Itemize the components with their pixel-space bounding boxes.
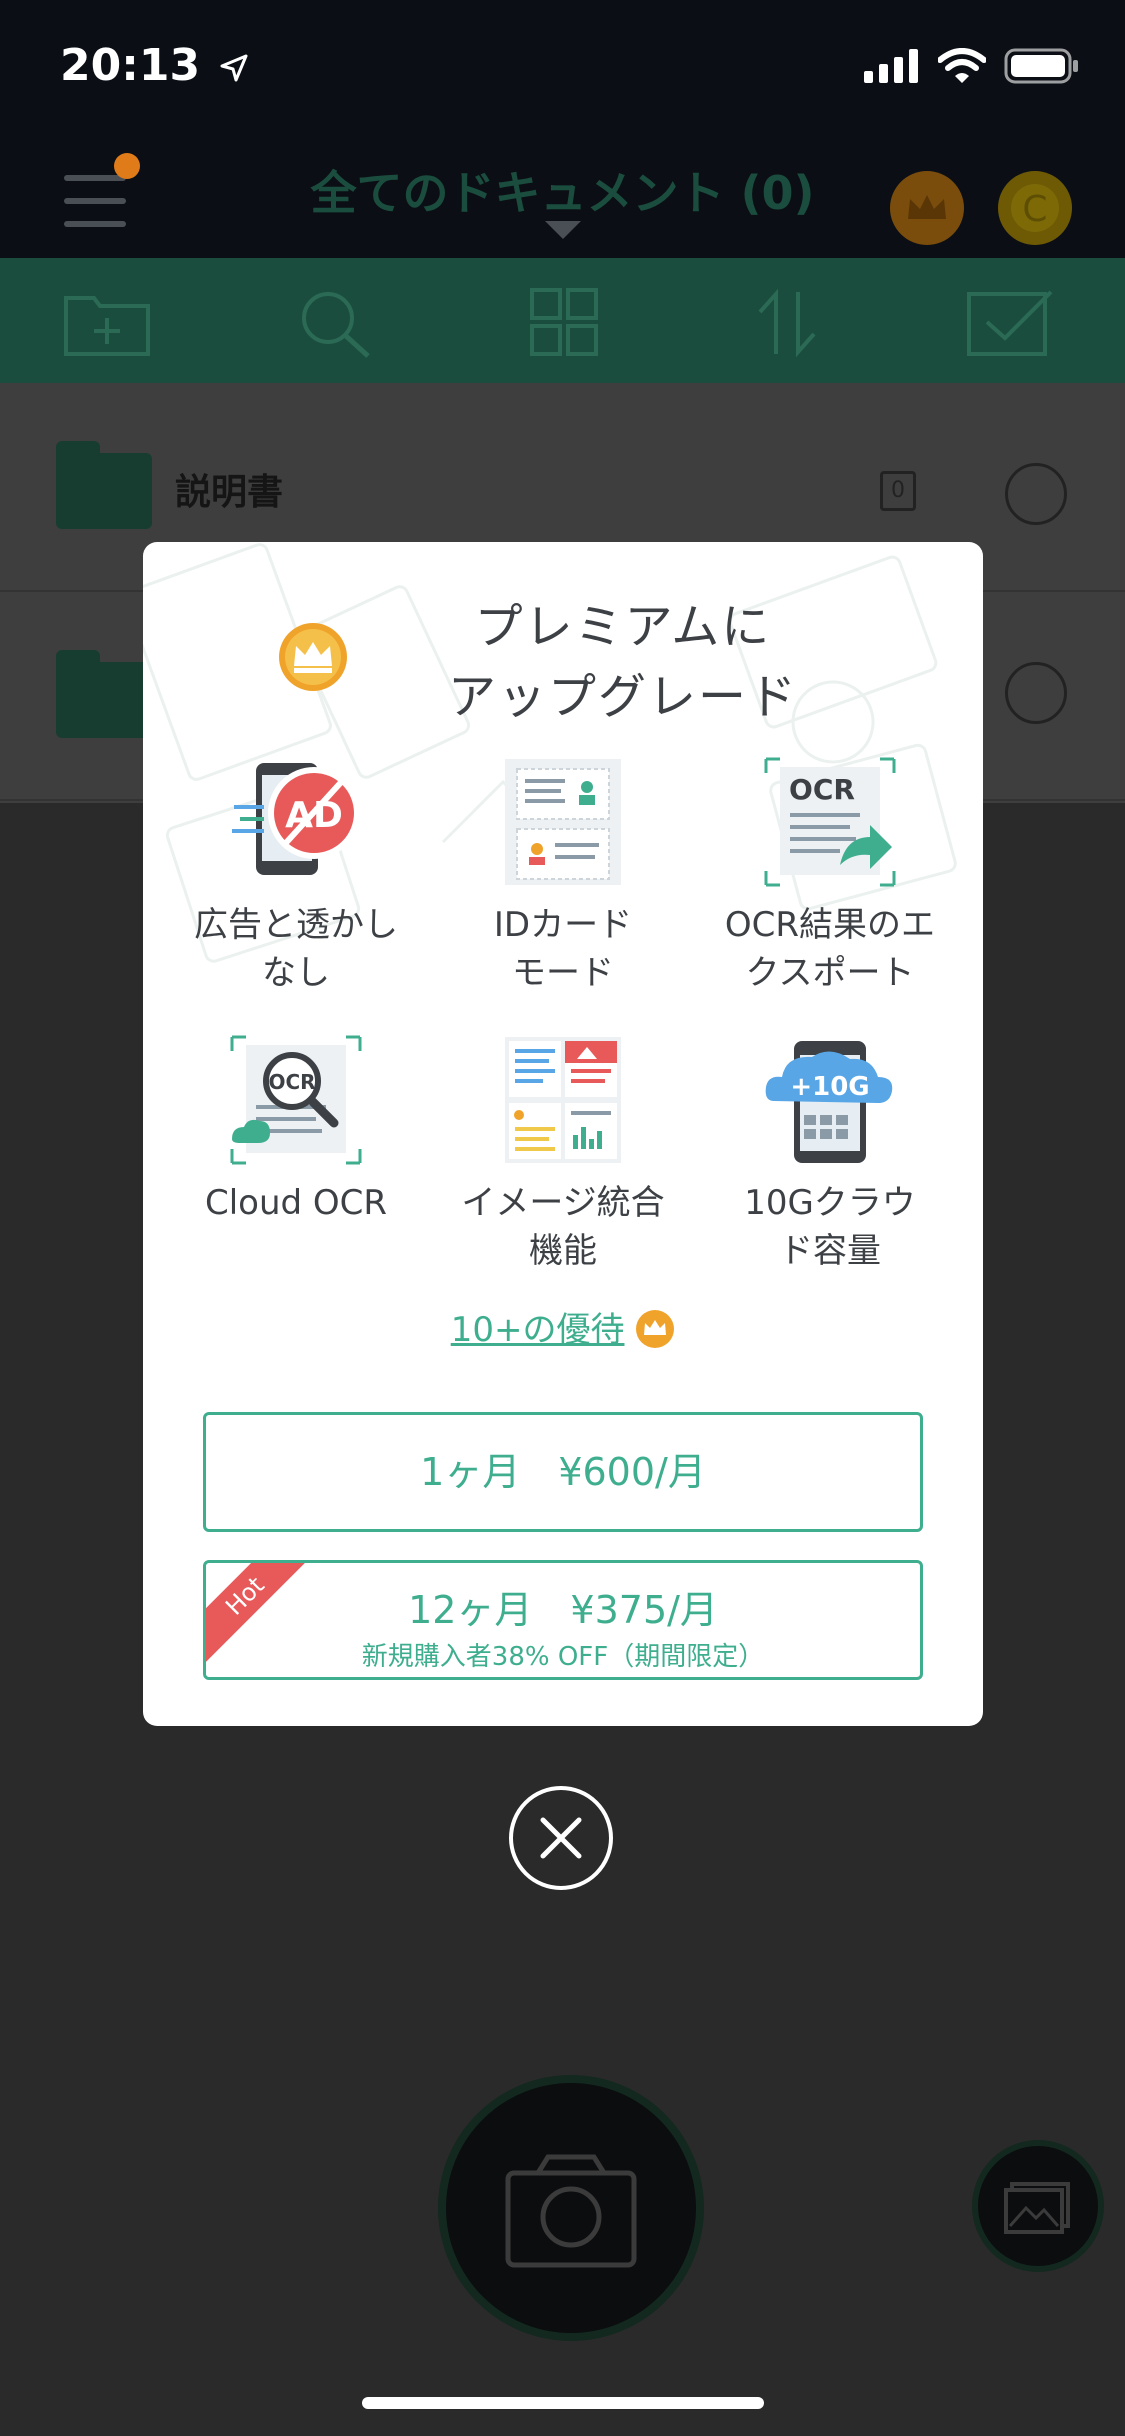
navbar: 全てのドキュメント (0) C <box>0 135 1125 258</box>
perks-link[interactable]: 10+の優待 <box>143 1302 983 1351</box>
cloud-storage-icon: +10G <box>765 1041 893 1163</box>
camera-icon <box>505 2154 637 2268</box>
search-icon[interactable] <box>290 288 380 358</box>
crown-icon <box>636 1310 675 1348</box>
status-time: 20:13 <box>60 40 249 91</box>
camera-button[interactable] <box>438 2075 704 2341</box>
image-merge-icon <box>505 1037 621 1163</box>
feature-label: 10Gクラウド容量 <box>744 1183 916 1271</box>
feature-label: IDカードモード <box>493 905 633 993</box>
wifi-icon <box>938 48 986 83</box>
feature-cloud-storage: +10G 10Gクラウド容量 <box>700 1035 960 1275</box>
upgrade-dialog: プレミアムに アップグレード AD 広告と透かしなし <box>143 542 983 1726</box>
feature-label: イメージ統合機能 <box>461 1183 665 1271</box>
toolbar <box>0 258 1125 383</box>
status-bar: 20:13 <box>0 0 1125 135</box>
expand-chevron-icon[interactable] <box>1005 662 1067 724</box>
ocr-export-icon: OCR <box>764 757 896 887</box>
document-name: 説明書 <box>175 472 284 513</box>
gallery-icon <box>1004 2182 1070 2234</box>
feature-label: 広告と透かしなし <box>194 905 398 993</box>
gallery-button[interactable] <box>972 2140 1104 2272</box>
cellular-signal-icon <box>864 49 918 83</box>
grid-view-icon[interactable] <box>518 288 608 358</box>
location-arrow-icon <box>220 54 248 82</box>
chevron-down-icon[interactable] <box>545 221 581 239</box>
select-checkbox-icon[interactable] <box>965 288 1055 358</box>
no-ads-icon: AD <box>232 763 360 875</box>
document-count: 0 <box>880 471 916 511</box>
feature-no-ads: AD 広告と透かしなし <box>166 757 426 997</box>
coin-icon[interactable]: C <box>998 171 1072 245</box>
folder-icon <box>56 441 152 529</box>
battery-icon <box>1004 48 1078 84</box>
svg-text:+10G: +10G <box>790 1072 869 1102</box>
premium-crown-icon[interactable] <box>890 171 964 245</box>
feature-image-merge: イメージ統合機能 <box>433 1035 693 1275</box>
close-icon <box>540 1817 582 1859</box>
crown-icon <box>279 623 347 691</box>
svg-text:OCR: OCR <box>789 773 855 806</box>
svg-text:OCR: OCR <box>268 1070 315 1094</box>
home-indicator <box>362 2397 764 2409</box>
feature-id-card: IDカードモード <box>433 757 693 997</box>
folder-icon <box>56 650 152 738</box>
expand-chevron-icon[interactable] <box>1005 463 1067 525</box>
sort-icon[interactable] <box>742 288 832 358</box>
plan-yearly-button[interactable]: Hot 12ヶ月 ¥375/月 新規購入者38% OFF（期間限定） <box>203 1560 923 1680</box>
feature-ocr-export: OCR OCR結果のエクスポート <box>700 757 960 997</box>
feature-label: Cloud OCR <box>204 1183 388 1223</box>
close-button[interactable] <box>509 1786 613 1890</box>
id-card-icon <box>505 759 621 885</box>
cloud-ocr-icon: OCR <box>230 1035 362 1165</box>
plan-monthly-button[interactable]: 1ヶ月 ¥600/月 <box>203 1412 923 1532</box>
new-folder-icon[interactable] <box>62 288 152 358</box>
feature-label: OCR結果のエクスポート <box>724 905 936 993</box>
dialog-title: プレミアムに アップグレード <box>447 599 798 725</box>
svg-text:C: C <box>1022 189 1047 230</box>
feature-cloud-ocr: OCR Cloud OCR <box>166 1035 426 1227</box>
